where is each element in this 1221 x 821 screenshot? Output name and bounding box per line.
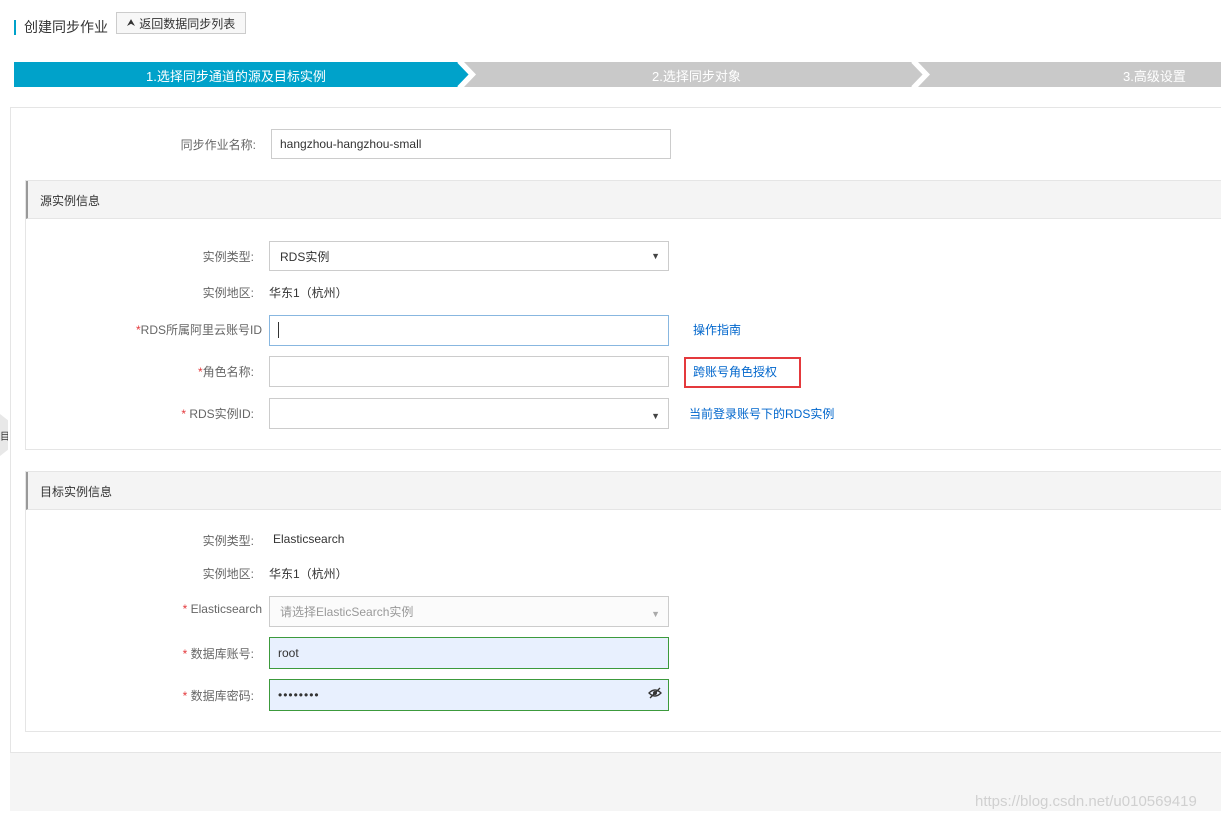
source-instance-type-label: 实例类型:	[202, 250, 254, 264]
source-section-title: 源实例信息	[40, 194, 101, 208]
steps-bar: 1.选择同步通道的源及目标实例 2.选择同步对象 3.高级设置	[14, 62, 1221, 87]
target-instance-type-value: Elasticsearch	[273, 532, 345, 546]
db-account-input[interactable]	[269, 637, 669, 669]
back-to-sync-list-button[interactable]: ⮝ 返回数据同步列表	[116, 12, 246, 34]
rds-id-label-text: RDS实例ID:	[189, 407, 254, 421]
watermark: https://blog.csdn.net/u010569419	[975, 793, 1197, 810]
account-id-label-text: RDS所属阿里云账号ID	[140, 323, 262, 337]
db-password-label: * 数据库密码:	[120, 687, 254, 704]
page-title: 创建同步作业	[24, 19, 108, 35]
eye-slash-icon[interactable]	[648, 686, 662, 700]
db-password-input[interactable]	[269, 679, 669, 711]
title-accent-bar	[14, 20, 16, 35]
es-instance-placeholder: 请选择ElasticSearch实例	[280, 605, 414, 619]
source-instance-type-value: RDS实例	[280, 249, 330, 264]
target-region-value: 华东1（杭州）	[269, 567, 348, 581]
role-name-input[interactable]	[269, 356, 669, 387]
target-instance-type-label: 实例类型:	[202, 534, 254, 548]
guide-link[interactable]: 操作指南	[693, 321, 741, 338]
step-2[interactable]: 2.选择同步对象	[652, 66, 741, 85]
current-account-rds-link[interactable]: 当前登录账号下的RDS实例	[689, 405, 834, 422]
source-region-value: 华东1（杭州）	[269, 286, 348, 300]
account-id-input[interactable]	[269, 315, 669, 346]
caret-down-icon: ▼	[651, 609, 660, 620]
text-cursor	[278, 322, 279, 338]
job-name-label: 同步作业名称:	[180, 138, 256, 152]
step-1[interactable]: 1.选择同步通道的源及目标实例	[146, 66, 326, 85]
highlight-box	[684, 357, 801, 388]
account-id-label: *RDS所属阿里云账号ID	[100, 321, 262, 338]
role-name-label: *角色名称:	[120, 363, 254, 380]
db-password-label-text: 数据库密码:	[190, 689, 254, 703]
source-region-label: 实例地区:	[202, 286, 254, 300]
caret-down-icon: ▼	[651, 251, 660, 261]
required-mark: *	[181, 407, 186, 421]
target-section-header: 目标实例信息	[26, 472, 1221, 510]
back-button-label: 返回数据同步列表	[139, 16, 236, 31]
es-instance-select[interactable]: 请选择ElasticSearch实例 ▼	[269, 596, 669, 627]
db-account-label: * 数据库账号:	[120, 645, 254, 662]
required-mark: *	[182, 647, 188, 661]
es-instance-label: * Elasticsearch	[120, 602, 262, 616]
target-region-label: 实例地区:	[202, 567, 254, 581]
es-instance-label-text: Elasticsearch	[190, 602, 262, 616]
step-3[interactable]: 3.高级设置	[1123, 66, 1186, 85]
job-name-input[interactable]	[271, 129, 671, 159]
target-section-title: 目标实例信息	[40, 485, 113, 499]
required-mark: *	[182, 689, 188, 703]
db-account-label-text: 数据库账号:	[190, 647, 254, 661]
rds-id-label: * RDS实例ID:	[120, 405, 254, 422]
upload-arrow-icon: ⮝	[126, 17, 136, 29]
side-collapse-tab[interactable]: 目	[0, 414, 8, 456]
source-instance-type-select[interactable]: RDS实例 ▼	[269, 241, 669, 271]
caret-down-icon: ▼	[651, 411, 660, 422]
side-tab-glyph: 目	[0, 432, 10, 443]
role-name-label-text: 角色名称:	[202, 365, 254, 379]
rds-instance-id-select[interactable]: ▼	[269, 398, 669, 429]
source-section-header: 源实例信息	[26, 181, 1221, 219]
required-mark: *	[182, 602, 188, 616]
